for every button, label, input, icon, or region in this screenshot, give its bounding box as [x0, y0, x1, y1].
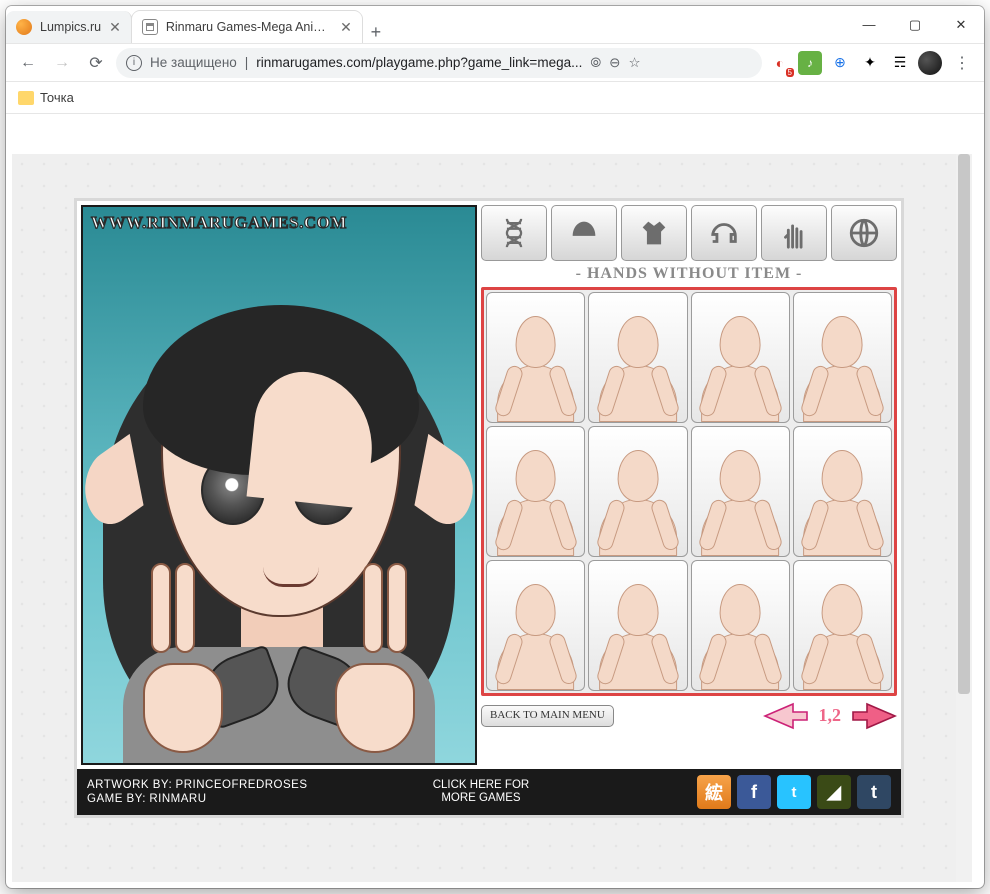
hand-option-6[interactable] [588, 426, 687, 557]
hand-option-4[interactable] [793, 292, 892, 423]
subcategory-header: - HANDS WITHOUT ITEM - [481, 265, 897, 283]
social-deviantart[interactable]: ◢ [817, 775, 851, 809]
category-globe[interactable] [831, 205, 897, 261]
tab-lumpics[interactable]: Lumpics.ru ✕ [6, 11, 132, 43]
back-to-menu-button[interactable]: BACK TO MAIN MENU [481, 705, 614, 727]
social-twitter[interactable]: t [777, 775, 811, 809]
favicon-icon [16, 19, 32, 35]
back-button[interactable]: ← [14, 49, 42, 77]
options-grid [481, 287, 897, 696]
divider: | [245, 55, 249, 70]
hand-option-3[interactable] [691, 292, 790, 423]
hand-option-8[interactable] [793, 426, 892, 557]
maximize-button[interactable]: ▢ [892, 6, 938, 43]
more-games-l2: MORE GAMES [441, 792, 520, 804]
titlebar: Lumpics.ru ✕ Rinmaru Games-Mega Anime Av… [6, 6, 984, 44]
credits: ARTWORK BY: PRINCEOFREDROSES GAME BY: RI… [87, 778, 308, 807]
social-blogger[interactable]: 綋 [697, 775, 731, 809]
pager: BACK TO MAIN MENU 1,2 [481, 702, 897, 730]
category-hand[interactable] [761, 205, 827, 261]
extension-adblock-icon[interactable]: ◐ [768, 51, 792, 75]
tab-rinmaru[interactable]: Rinmaru Games-Mega Anime Av ✕ [132, 11, 362, 43]
profile-avatar[interactable] [918, 51, 942, 75]
category-headset[interactable] [691, 205, 757, 261]
scrollbar-thumb[interactable] [958, 154, 970, 694]
scrollbar[interactable] [956, 154, 972, 882]
category-hair[interactable] [551, 205, 617, 261]
category-dna[interactable] [481, 205, 547, 261]
hand-option-7[interactable] [691, 426, 790, 557]
game-footer: ARTWORK BY: PRINCEOFREDROSES GAME BY: RI… [77, 769, 901, 815]
url-text: rinmarugames.com/playgame.php?game_link=… [256, 55, 582, 70]
extension-music-icon[interactable]: ♪ [798, 51, 822, 75]
omnibox[interactable]: i Не защищено | rinmarugames.com/playgam… [116, 48, 762, 78]
reload-button[interactable]: ⟳ [82, 49, 110, 77]
favicon-icon [142, 19, 158, 35]
browser-window: Lumpics.ru ✕ Rinmaru Games-Mega Anime Av… [6, 6, 984, 888]
folder-icon [18, 91, 34, 105]
hand-option-2[interactable] [588, 292, 687, 423]
game-label: GAME BY: [87, 793, 146, 805]
close-icon[interactable]: ✕ [109, 19, 121, 36]
category-row [481, 205, 897, 261]
hand-option-9[interactable] [486, 560, 585, 691]
avatar-preview: WWW.RINMARUGAMES.COM [81, 205, 477, 765]
next-page-button[interactable] [851, 702, 897, 730]
options-panel: - HANDS WITHOUT ITEM - BACK TO MAIN MENU… [481, 201, 901, 769]
bookmark-item[interactable]: Точка [40, 90, 74, 105]
star-icon[interactable]: ☆ [628, 55, 640, 71]
window-controls: ― ▢ ✕ [846, 6, 984, 43]
tab-title: Lumpics.ru [40, 20, 101, 34]
close-button[interactable]: ✕ [938, 6, 984, 43]
page-content: WWW.RINMARUGAMES.COM [12, 154, 972, 882]
hand-option-1[interactable] [486, 292, 585, 423]
prev-page-button[interactable] [763, 702, 809, 730]
game-frame: WWW.RINMARUGAMES.COM [74, 198, 904, 818]
close-icon[interactable]: ✕ [340, 19, 352, 36]
hand-option-5[interactable] [486, 426, 585, 557]
reading-list-icon[interactable]: ☴ [888, 51, 912, 75]
minimize-button[interactable]: ― [846, 6, 892, 43]
more-games-l1: CLICK HERE FOR [433, 779, 530, 791]
toolbar: ← → ⟳ i Не защищено | rinmarugames.com/p… [6, 44, 984, 82]
tab-title: Rinmaru Games-Mega Anime Av [166, 20, 332, 34]
extension-globe-icon[interactable]: ⊕ [828, 51, 852, 75]
social-facebook[interactable]: f [737, 775, 771, 809]
new-tab-button[interactable]: + [362, 22, 390, 43]
hand-option-10[interactable] [588, 560, 687, 691]
watermark: WWW.RINMARUGAMES.COM [91, 213, 347, 233]
artwork-author: PRINCEOFREDROSES [176, 779, 308, 791]
hand-option-12[interactable] [793, 560, 892, 691]
hand-option-11[interactable] [691, 560, 790, 691]
page-indicator: 1,2 [819, 705, 842, 726]
menu-button[interactable]: ⋮ [948, 49, 976, 77]
game-author: RINMARU [149, 793, 206, 805]
character-art [83, 267, 475, 763]
social-tumblr[interactable]: t [857, 775, 891, 809]
extensions-icon[interactable]: ✦ [858, 51, 882, 75]
zoom-icon[interactable]: ⊖ [609, 55, 620, 71]
artwork-label: ARTWORK BY: [87, 779, 172, 791]
security-label: Не защищено [150, 55, 237, 70]
tab-strip: Lumpics.ru ✕ Rinmaru Games-Mega Anime Av… [6, 6, 846, 43]
more-games-link[interactable]: CLICK HERE FOR MORE GAMES [433, 779, 530, 804]
translate-icon[interactable]: ⦾ [590, 55, 601, 71]
forward-button[interactable]: → [48, 49, 76, 77]
category-shirt[interactable] [621, 205, 687, 261]
social-links: 綋 f t ◢ t [697, 775, 891, 809]
site-info-icon[interactable]: i [126, 55, 142, 71]
bookmarks-bar: Точка [6, 82, 984, 114]
